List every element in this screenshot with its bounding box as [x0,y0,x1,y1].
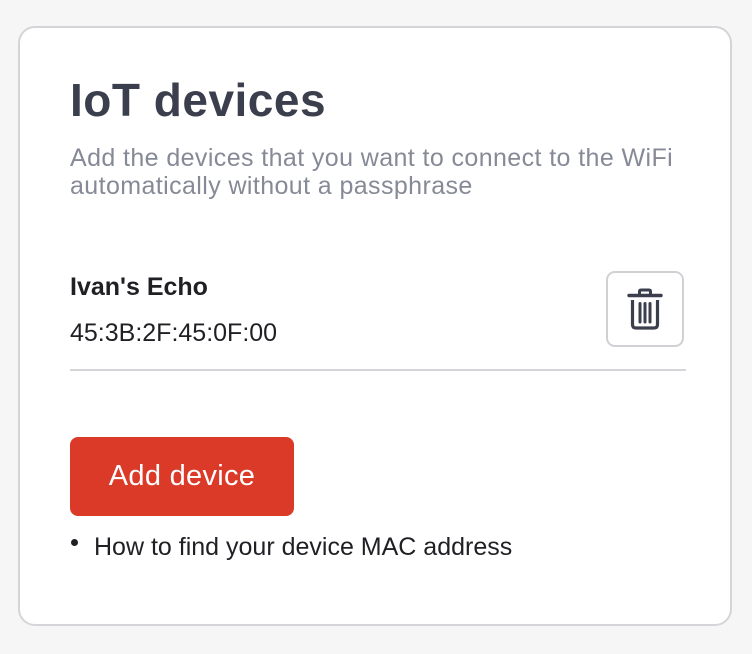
card-subtitle: Add the devices that you want to connect… [70,144,674,200]
bullet-icon [71,538,78,546]
trash-icon [627,288,663,330]
card-title: IoT devices [70,74,327,126]
device-name: Ivan's Echo [70,273,208,301]
mac-address-help-link[interactable]: How to find your device MAC address [94,532,512,562]
delete-device-button[interactable] [606,271,684,347]
add-device-button[interactable]: Add device [70,437,294,516]
device-list-item: Ivan's Echo 45:3B:2F:45:0F:00 [70,268,686,371]
iot-devices-card: IoT devices Add the devices that you wan… [18,26,732,626]
help-list-item: How to find your device MAC address [70,532,512,562]
device-mac-address: 45:3B:2F:45:0F:00 [70,319,278,347]
